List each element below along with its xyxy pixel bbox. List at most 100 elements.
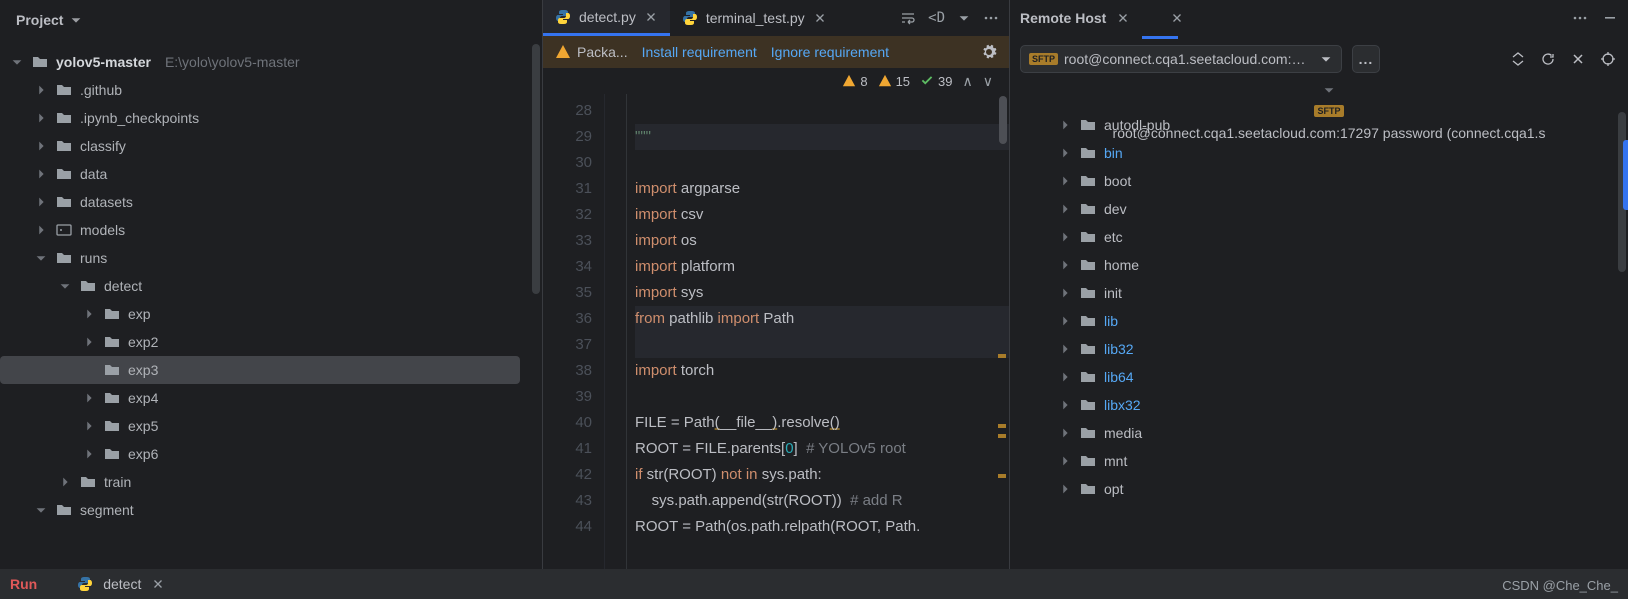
chevron-icon: [58, 279, 72, 293]
code-line[interactable]: import torch: [635, 358, 1009, 384]
remote-tree-item[interactable]: lib32: [1010, 335, 1628, 363]
reader-mode-icon[interactable]: <D: [928, 10, 945, 26]
remote-item-label: mnt: [1104, 453, 1127, 469]
tree-root[interactable]: yolov5-master E:\yolo\yolov5-master: [0, 48, 520, 76]
remote-host-title[interactable]: Remote Host: [1020, 10, 1106, 26]
tree-item[interactable]: models: [0, 216, 520, 244]
code-line[interactable]: import platform: [635, 254, 1009, 280]
tree-item[interactable]: segment: [0, 496, 520, 524]
tree-item-label: train: [104, 474, 131, 490]
chevron-icon: [1058, 230, 1072, 244]
chevron-icon: [82, 307, 96, 321]
tree-item[interactable]: detect: [0, 272, 520, 300]
remote-tree-item[interactable]: init: [1010, 279, 1628, 307]
run-config-name: detect: [103, 576, 141, 592]
remote-tree-item[interactable]: opt: [1010, 475, 1628, 503]
refresh-icon[interactable]: [1538, 51, 1558, 67]
problem-nav-up[interactable]: ∧: [963, 73, 973, 90]
tree-item[interactable]: .ipynb_checkpoints: [0, 104, 520, 132]
folder-icon: [1080, 285, 1096, 301]
minimize-icon[interactable]: [1602, 10, 1618, 26]
project-tree[interactable]: yolov5-master E:\yolo\yolov5-master .git…: [0, 40, 542, 569]
code-line[interactable]: import argparse: [635, 176, 1009, 202]
close-icon[interactable]: [644, 10, 658, 24]
code-line[interactable]: import os: [635, 228, 1009, 254]
chevron-icon: [34, 139, 48, 153]
remote-host-selector[interactable]: SFTP root@connect.cqa1.seetacloud.com:17…: [1020, 45, 1342, 73]
remote-tree-item[interactable]: lib64: [1010, 363, 1628, 391]
code-line[interactable]: ROOT = Path(os.path.relpath(ROOT, Path.: [635, 514, 1009, 540]
close-icon[interactable]: [1568, 51, 1588, 67]
remote-host-toolbar: SFTP root@connect.cqa1.seetacloud.com:17…: [1010, 39, 1628, 79]
close-icon[interactable]: [1170, 11, 1184, 25]
install-requirement-link[interactable]: Install requirement: [642, 44, 757, 60]
editor-scrollbar[interactable]: [997, 94, 1009, 569]
tab-label: detect.py: [579, 9, 636, 25]
remote-config-button[interactable]: ...: [1352, 45, 1380, 73]
code-line[interactable]: if str(ROOT) not in sys.path:: [635, 462, 1009, 488]
tree-item[interactable]: data: [0, 160, 520, 188]
code-line[interactable]: sys.path.append(str(ROOT)) # add R: [635, 488, 1009, 514]
chevron-icon: [1058, 398, 1072, 412]
code-line[interactable]: FILE = Path(__file__).resolve(): [635, 410, 1009, 436]
chevron-down-icon[interactable]: [957, 11, 971, 25]
gear-icon[interactable]: [981, 44, 997, 60]
remote-root-label: root@connect.cqa1.seetacloud.com:17297 p…: [1113, 125, 1546, 141]
remote-tree-item[interactable]: dev: [1010, 195, 1628, 223]
target-icon[interactable]: [1598, 51, 1618, 67]
tree-item[interactable]: runs: [0, 244, 520, 272]
editor-code[interactable]: """ import argparseimport csvimport osim…: [627, 94, 1009, 569]
close-icon[interactable]: [813, 11, 827, 25]
remote-tree-item[interactable]: home: [1010, 251, 1628, 279]
code-editor[interactable]: 2829303132333435363738394041424344 """ i…: [543, 94, 1009, 569]
run-tool-window-header[interactable]: Run detect: [0, 569, 1628, 599]
remote-item-label: dev: [1104, 201, 1127, 217]
close-icon[interactable]: [151, 577, 165, 591]
tree-item[interactable]: train: [0, 468, 520, 496]
remote-tree-item[interactable]: boot: [1010, 167, 1628, 195]
tree-item[interactable]: exp: [0, 300, 520, 328]
ignore-requirement-link[interactable]: Ignore requirement: [771, 44, 889, 60]
right-edge-indicator: [1623, 140, 1628, 210]
remote-tree[interactable]: SFTP root@connect.cqa1.seetacloud.com:17…: [1010, 79, 1628, 569]
inspection-widget[interactable]: 8 15 39 ∧ ∨: [543, 68, 1009, 94]
remote-tree-item[interactable]: lib: [1010, 307, 1628, 335]
code-line[interactable]: from pathlib import Path: [635, 306, 1009, 332]
editor-tab[interactable]: terminal_test.py: [670, 0, 839, 36]
tree-item[interactable]: exp3: [0, 356, 520, 384]
project-panel-header[interactable]: Project: [0, 0, 542, 40]
code-line[interactable]: [635, 150, 1009, 176]
tree-item[interactable]: exp5: [0, 412, 520, 440]
tree-item[interactable]: exp2: [0, 328, 520, 356]
tree-item[interactable]: datasets: [0, 188, 520, 216]
remote-tree-item[interactable]: bin: [1010, 139, 1628, 167]
code-line[interactable]: [635, 98, 1009, 124]
editor-tab[interactable]: detect.py: [543, 0, 670, 36]
folder-icon: [1080, 453, 1096, 469]
more-icon[interactable]: [983, 10, 999, 26]
tree-item[interactable]: .github: [0, 76, 520, 104]
problem-nav-down[interactable]: ∨: [983, 73, 993, 90]
chevron-icon: [34, 111, 48, 125]
scrollbar-thumb[interactable]: [532, 44, 540, 294]
code-line[interactable]: import sys: [635, 280, 1009, 306]
soft-wrap-icon[interactable]: [900, 10, 916, 26]
remote-tree-item[interactable]: mnt: [1010, 447, 1628, 475]
more-icon[interactable]: [1572, 10, 1588, 26]
collapse-icon[interactable]: [1508, 51, 1528, 67]
code-line[interactable]: [635, 384, 1009, 410]
code-line[interactable]: """: [635, 124, 1009, 150]
close-icon[interactable]: [1116, 11, 1130, 25]
code-line[interactable]: [635, 332, 1009, 358]
remote-item-label: bin: [1104, 145, 1123, 161]
scrollbar-thumb[interactable]: [999, 96, 1007, 144]
remote-tree-item[interactable]: libx32: [1010, 391, 1628, 419]
code-line[interactable]: import csv: [635, 202, 1009, 228]
code-line[interactable]: ROOT = FILE.parents[0] # YOLOv5 root: [635, 436, 1009, 462]
tree-item[interactable]: exp6: [0, 440, 520, 468]
remote-tree-item[interactable]: media: [1010, 419, 1628, 447]
remote-tree-root[interactable]: SFTP root@connect.cqa1.seetacloud.com:17…: [1010, 83, 1628, 111]
remote-tree-item[interactable]: etc: [1010, 223, 1628, 251]
tree-item[interactable]: classify: [0, 132, 520, 160]
tree-item[interactable]: exp4: [0, 384, 520, 412]
